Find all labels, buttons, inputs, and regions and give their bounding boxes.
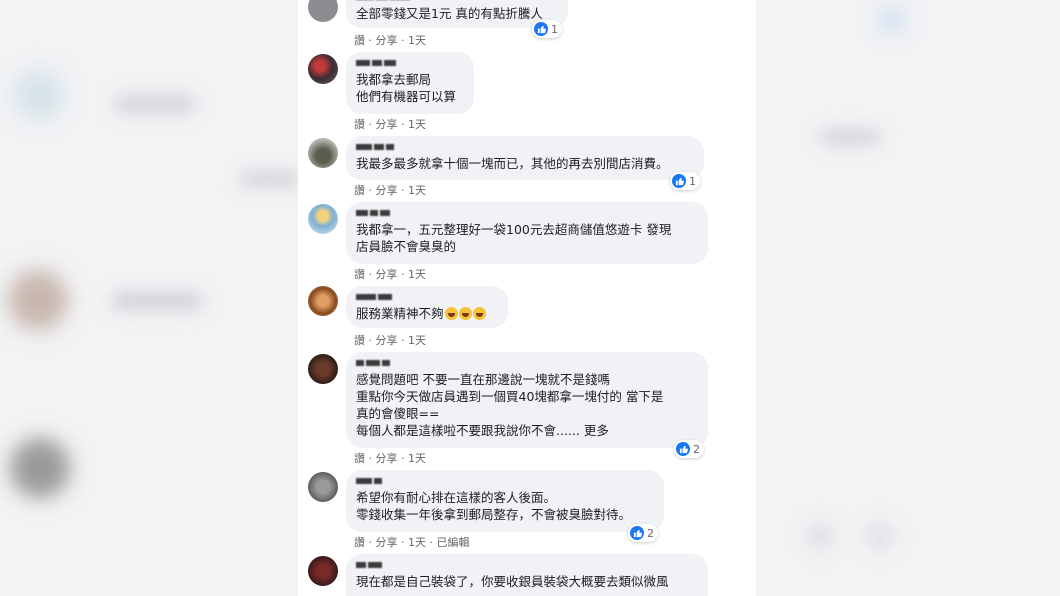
- avatar[interactable]: [308, 138, 338, 168]
- thumbs-up-icon: [630, 526, 644, 540]
- comment-text: 我最多最多就拿十個一塊而已，其他的再去別間店消費。: [356, 156, 669, 171]
- avatar[interactable]: [308, 0, 338, 22]
- comment-bubble: 我最多最多就拿十個一塊而已，其他的再去別間店消費。: [346, 136, 704, 180]
- thumbs-up-icon: [676, 442, 690, 456]
- comment-actions[interactable]: 讚 · 分享 · 1天: [354, 182, 426, 198]
- comment-text: 希望你有耐心排在這樣的客人後面。 零錢收集一年後拿到郵局整存，不會被臭臉對待。: [356, 490, 632, 522]
- blurred-icon: [880, 8, 904, 32]
- commenter-name[interactable]: [356, 142, 692, 152]
- thumbs-up-icon: [672, 174, 686, 188]
- comment-text: 我都拿一，五元整理好一袋100元去超商儲值悠遊卡 發現 店員臉不會臭臭的: [356, 222, 672, 254]
- commenter-name[interactable]: [356, 476, 652, 486]
- comment-actions[interactable]: 讚 · 分享 · 1天: [354, 32, 426, 48]
- blurred-avatar: [14, 70, 64, 120]
- reaction-count[interactable]: 1: [532, 20, 562, 38]
- comment-actions[interactable]: 讚 · 分享 · 1天 · 已編輯: [354, 534, 469, 550]
- comment-text: 全部零錢又是1元 真的有點折騰人: [356, 6, 543, 21]
- reaction-count[interactable]: 1: [670, 172, 700, 190]
- comment-text-body: 感覺問題吧 不要一直在那邊說一塊就不是錢嗎 重點你今天做店員遇到一個買40塊都拿…: [356, 372, 664, 438]
- commenter-name[interactable]: [356, 358, 696, 368]
- comment-text: 我都拿去郵局 他們有機器可以算: [356, 72, 457, 104]
- avatar[interactable]: [308, 354, 338, 384]
- comments-panel: 全部零錢又是1元 真的有點折騰人 1 讚 · 分享 · 1天 我都拿去郵局 他們…: [298, 0, 756, 596]
- avatar[interactable]: [308, 472, 338, 502]
- reaction-number: 2: [693, 442, 700, 456]
- crying-laughing-emoji-icon: [472, 307, 486, 320]
- blurred-avatar: [8, 270, 68, 330]
- blurred-text: [820, 130, 880, 144]
- comment-text: 現在都是自己裝袋了，你要收銀員裝袋大概要去類似微風: [356, 574, 669, 589]
- commenter-name[interactable]: [356, 292, 496, 302]
- blurred-text: [112, 292, 202, 310]
- avatar[interactable]: [308, 54, 338, 84]
- thumbs-up-icon: [534, 22, 548, 36]
- blurred-icon: [870, 526, 890, 546]
- commenter-name[interactable]: [356, 0, 556, 2]
- comment-text-body: 服務業精神不夠: [356, 306, 444, 321]
- commenter-name[interactable]: [356, 58, 462, 68]
- avatar[interactable]: [308, 286, 338, 316]
- avatar[interactable]: [308, 556, 338, 586]
- comment-actions[interactable]: 讚 · 分享 · 1天: [354, 450, 426, 466]
- reaction-number: 1: [689, 174, 696, 188]
- comment-text: 服務業精神不夠: [356, 305, 496, 322]
- reaction-count[interactable]: 2: [674, 440, 704, 458]
- comment-actions[interactable]: 讚 · 分享 · 1天: [354, 116, 426, 132]
- comment-bubble: 我都拿一，五元整理好一袋100元去超商儲值悠遊卡 發現 店員臉不會臭臭的: [346, 202, 708, 264]
- crying-laughing-emoji-icon: [444, 307, 458, 320]
- crying-laughing-emoji-icon: [458, 307, 472, 320]
- comment-actions[interactable]: 讚 · 分享 · 1天: [354, 266, 426, 282]
- comment-text: 感覺問題吧 不要一直在那邊說一塊就不是錢嗎 重點你今天做店員遇到一個買40塊都拿…: [356, 371, 696, 439]
- blurred-text: [240, 172, 300, 186]
- commenter-name[interactable]: [356, 560, 696, 570]
- comment-bubble: 感覺問題吧 不要一直在那邊說一塊就不是錢嗎 重點你今天做店員遇到一個買40塊都拿…: [346, 352, 708, 448]
- blurred-text: [115, 96, 195, 112]
- comment-actions[interactable]: 讚 · 分享 · 1天: [354, 332, 426, 348]
- avatar[interactable]: [308, 204, 338, 234]
- blurred-avatar: [10, 438, 70, 498]
- reaction-number: 1: [551, 22, 558, 36]
- comment-bubble: 現在都是自己裝袋了，你要收銀員裝袋大概要去類似微風: [346, 554, 708, 596]
- comment-bubble: 服務業精神不夠: [346, 286, 508, 328]
- reaction-count[interactable]: 2: [628, 524, 658, 542]
- comment-bubble: 我都拿去郵局 他們有機器可以算: [346, 52, 474, 114]
- commenter-name[interactable]: [356, 208, 696, 218]
- see-more-link[interactable]: 更多: [584, 423, 609, 438]
- blurred-icon: [810, 526, 830, 546]
- reaction-number: 2: [647, 526, 654, 540]
- comment-bubble: 希望你有耐心排在這樣的客人後面。 零錢收集一年後拿到郵局整存，不會被臭臉對待。: [346, 470, 664, 532]
